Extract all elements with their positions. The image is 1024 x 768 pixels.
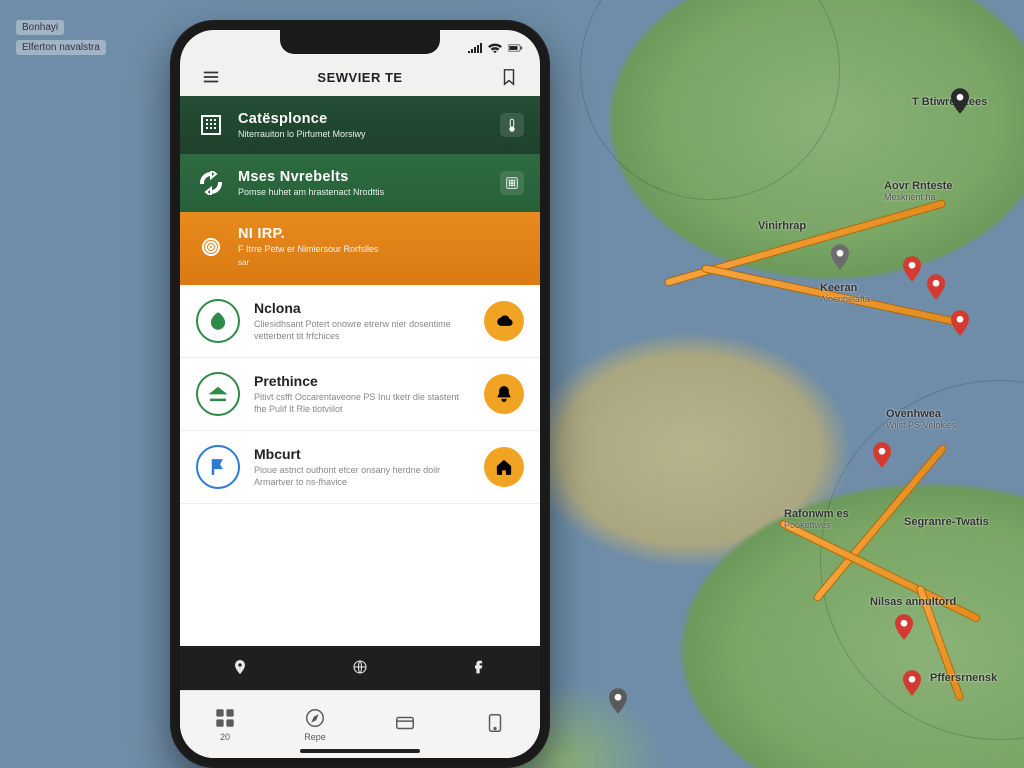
app-header: SEWVIER TE	[180, 66, 540, 96]
banner-tag: sar	[238, 258, 524, 267]
map-place-label: Nilsas annultord	[870, 596, 956, 608]
keypad-icon	[505, 176, 519, 190]
list-title: Nclona	[254, 300, 470, 316]
home-icon	[495, 458, 513, 476]
map-place-label: KeeranAloenhelafta	[820, 282, 870, 304]
map-pin[interactable]	[831, 244, 849, 270]
banner-item[interactable]: NI IRP. F Itrre Petw er Nimiersour Rorfsl…	[180, 212, 540, 285]
bookmark-icon	[500, 68, 518, 86]
map-pin[interactable]	[903, 256, 921, 282]
grid-icon	[214, 707, 236, 729]
content-list[interactable]: Nclona Cliesidhsant Potert onowre etrerw …	[180, 285, 540, 646]
tab-bar: 20 Repe	[180, 690, 540, 758]
flag-icon	[196, 445, 240, 489]
banner-item[interactable]: Catësplonce Niterrauiton lo Pirfumet Mors…	[180, 96, 540, 154]
list-item[interactable]: Prethince Pitivt csfft Occarentaveone PS …	[180, 358, 540, 431]
shelter-icon	[208, 384, 228, 404]
home-indicator[interactable]	[300, 749, 420, 753]
tab-item[interactable]	[484, 712, 506, 737]
phone-notch	[280, 30, 440, 54]
bookmark-button[interactable]	[494, 68, 524, 86]
list-subtitle: Cliesidhsant Potert onowre etrerw nier d…	[254, 319, 470, 342]
signal-icon	[468, 42, 482, 54]
banner-subtitle: Pomse huhet am hrastenact Nrodttis	[238, 187, 488, 197]
map-pin[interactable]	[927, 274, 945, 300]
map-place-label: Rafonwm esPookettwes	[784, 508, 849, 530]
list-item[interactable]: Nclona Cliesidhsant Potert onowre etrerw …	[180, 285, 540, 358]
map-place-label: T Btiwretatees	[912, 96, 987, 108]
building-icon	[196, 110, 226, 140]
share-bar	[180, 646, 540, 690]
tab-label: Repe	[304, 732, 326, 742]
banner-right-chip[interactable]	[500, 171, 524, 195]
map-place-label: Aovr RntesteMesknent ha	[884, 180, 952, 202]
menu-button[interactable]	[196, 68, 226, 86]
banner-right-chip[interactable]	[500, 113, 524, 137]
banner-subtitle: F Itrre Petw er Nimiersour Rorfslles	[238, 244, 524, 254]
map-place-label: Vinirhrap	[758, 220, 806, 232]
map-place-label: Segranre-Twatis	[904, 516, 989, 528]
device-icon	[484, 712, 506, 734]
tab-label: 20	[220, 732, 230, 742]
map-pin[interactable]	[895, 614, 913, 640]
battery-icon	[508, 42, 522, 54]
phone-frame: SEWVIER TE Catësplonce Niterrauiton lo Pi…	[170, 20, 550, 768]
bell-icon	[495, 385, 513, 403]
list-subtitle: Pitivt csfft Occarentaveone PS Inu tketr…	[254, 392, 470, 415]
globe-icon	[352, 659, 368, 675]
banner-title: Mses Nvrebelts	[238, 169, 488, 185]
menu-icon	[202, 68, 220, 86]
list-item[interactable]: Mbcurt Pioue astnct outhont etcer onsany …	[180, 431, 540, 504]
spiral-icon	[199, 235, 223, 259]
list-title: Mbcurt	[254, 446, 470, 462]
f-icon	[472, 659, 488, 675]
wifi-icon	[488, 42, 502, 54]
banner-subtitle: Niterrauiton lo Pirfumet Morsiwy	[238, 129, 488, 139]
share-item[interactable]	[352, 659, 368, 677]
tab-item[interactable]	[394, 712, 416, 737]
map-corner-label: Elferton navalstra	[16, 40, 106, 55]
list-right-badge[interactable]	[484, 301, 524, 341]
map-pin[interactable]	[873, 442, 891, 468]
flag-icon	[208, 457, 228, 477]
app-title: SEWVIER TE	[317, 70, 402, 85]
map-place-label: Pffersrnensk	[930, 672, 997, 684]
list-subtitle: Pioue astnct outhont etcer onsany herdne…	[254, 465, 470, 488]
cloud-icon	[495, 312, 513, 330]
building-icon	[199, 113, 223, 137]
map-pin[interactable]	[609, 688, 627, 714]
status-icons	[468, 42, 522, 54]
leaf-icon	[196, 299, 240, 343]
map-corner-label: Bonhayi	[16, 20, 64, 35]
thermometer-icon	[505, 118, 519, 132]
cycle-icon	[199, 171, 223, 195]
share-item[interactable]	[472, 659, 488, 677]
phone-screen: SEWVIER TE Catësplonce Niterrauiton lo Pi…	[180, 30, 540, 758]
shelter-icon	[196, 372, 240, 416]
tab-item[interactable]: 20	[214, 707, 236, 742]
card-icon	[394, 712, 416, 734]
leaf-icon	[208, 311, 228, 331]
list-title: Prethince	[254, 373, 470, 389]
list-right-badge[interactable]	[484, 374, 524, 414]
map-pin[interactable]	[951, 88, 969, 114]
share-item[interactable]	[232, 659, 248, 677]
spiral-icon	[196, 232, 226, 262]
banner-item[interactable]: Mses Nvrebelts Pomse huhet am hrastenact …	[180, 154, 540, 212]
cycle-icon	[196, 168, 226, 198]
tab-item[interactable]: Repe	[304, 707, 326, 742]
compass-icon	[304, 707, 326, 729]
banner-title: Catësplonce	[238, 111, 488, 127]
map-pin[interactable]	[951, 310, 969, 336]
map-pin[interactable]	[903, 670, 921, 696]
map-place-label: OvenhweaWilst PS-Velokies	[886, 408, 957, 430]
pin-icon	[232, 659, 248, 675]
list-right-badge[interactable]	[484, 447, 524, 487]
banner-title: NI IRP.	[238, 226, 524, 242]
